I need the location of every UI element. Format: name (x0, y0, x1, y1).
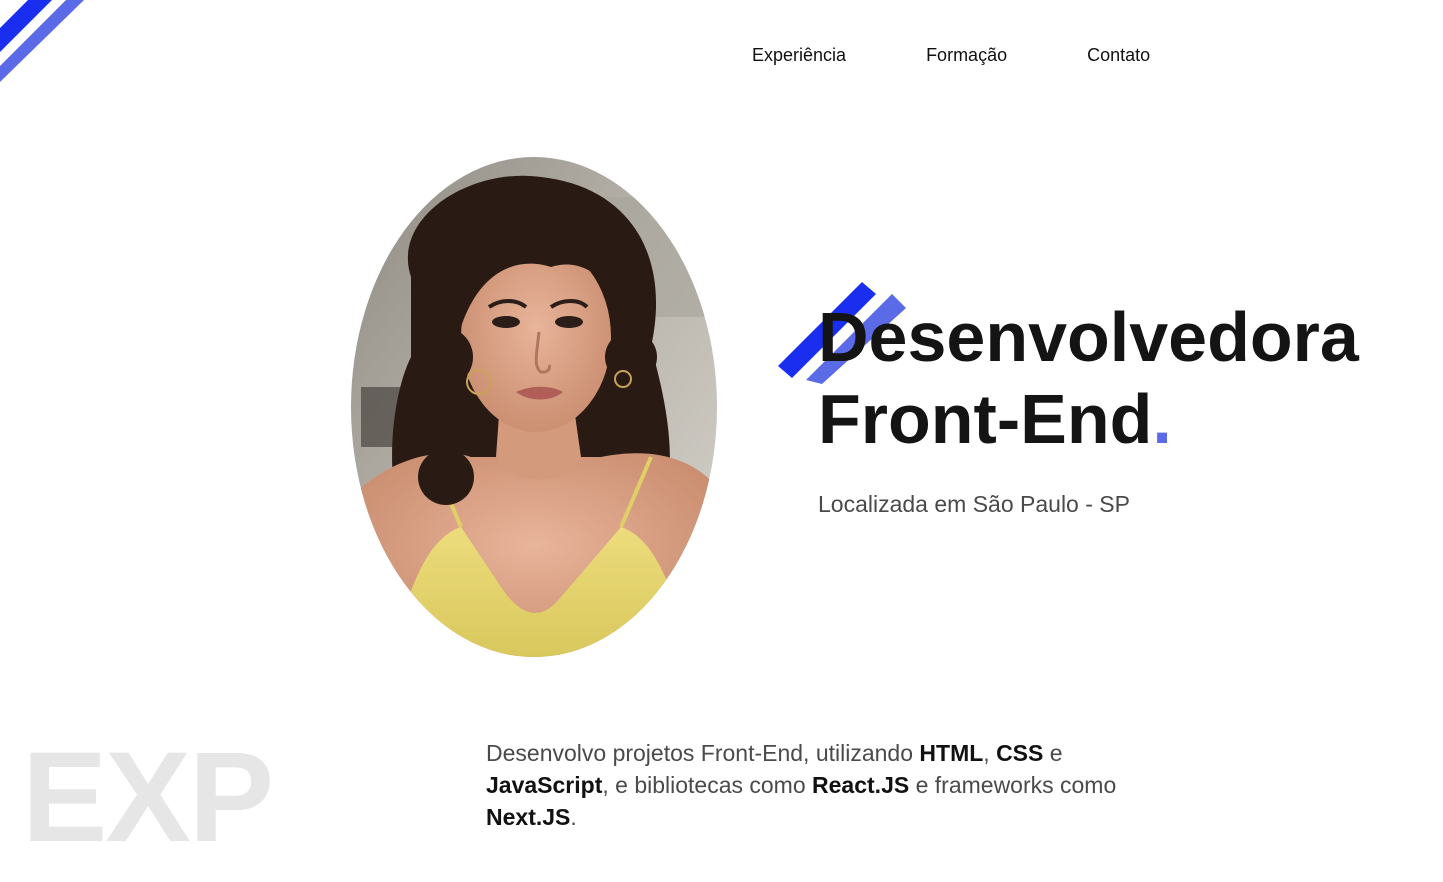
corner-stripes-icon (0, 0, 84, 82)
about-skill-react: React.JS (812, 772, 910, 798)
nav-link-contato[interactable]: Contato (1087, 44, 1150, 66)
about-skill-javascript: JavaScript (486, 772, 603, 798)
profile-photo (351, 157, 717, 657)
about-skill-html: HTML (919, 740, 984, 766)
about-text-6: . (570, 804, 577, 830)
hero-title-dot: . (1152, 380, 1172, 458)
about-skill-next: Next.JS (486, 804, 571, 830)
about-skill-css: CSS (996, 740, 1044, 766)
hero-title-line2-text: Front-End (818, 380, 1153, 458)
hero-location: Localizada em São Paulo - SP (818, 491, 1130, 517)
hero-title-line1: Desenvolvedora (818, 298, 1359, 376)
hero-title: Desenvolvedora Front-End. (818, 296, 1359, 460)
nav-link-formacao[interactable]: Formação (926, 44, 1007, 66)
nav-link-experiencia[interactable]: Experiência (752, 44, 846, 66)
hero-title-line2: Front-End. (818, 378, 1359, 460)
about-text-2: , (983, 740, 997, 766)
main-nav: Experiência Formação Contato (752, 44, 1150, 66)
section-heading-exp: EXP (22, 726, 274, 869)
about-text-5: e frameworks como (909, 772, 1117, 798)
about-text-4: , e bibliotecas como (602, 772, 813, 798)
about-text-1: Desenvolvo projetos Front-End, utilizand… (486, 740, 920, 766)
about-text-3: e (1043, 740, 1063, 766)
about-paragraph: Desenvolvo projetos Front-End, utilizand… (486, 737, 1176, 833)
